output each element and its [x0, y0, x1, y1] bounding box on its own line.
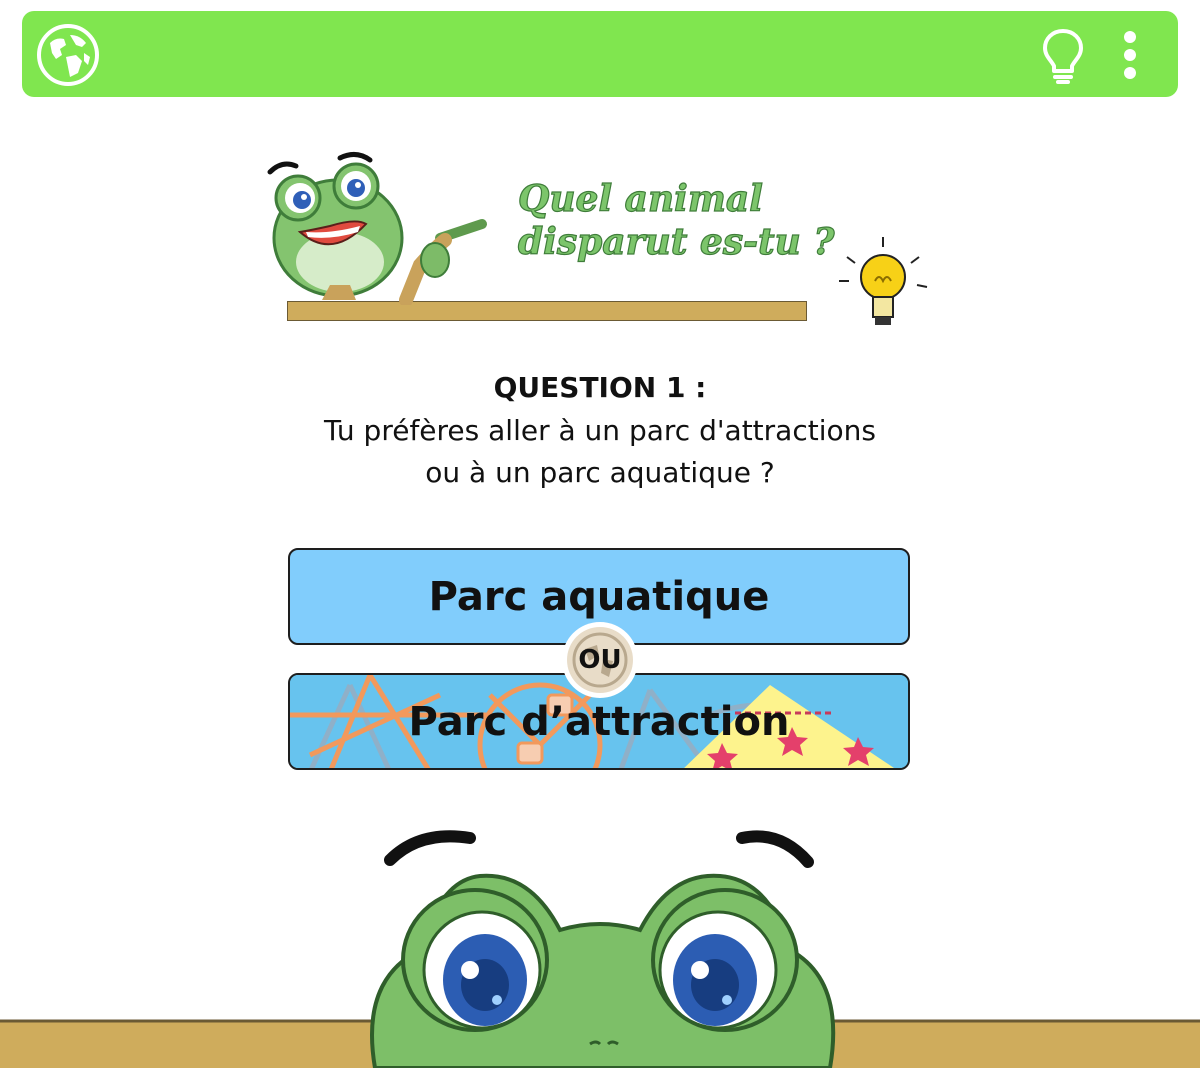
question-text-line-1: Tu préfères aller à un parc d'attraction…: [324, 414, 876, 447]
top-bar: [22, 11, 1178, 97]
lightbulb-illustration: [839, 237, 928, 325]
more-vertical-icon[interactable]: [1114, 29, 1146, 81]
or-separator-badge: OU: [562, 622, 638, 698]
question-text-line-2: ou à un parc aquatique ?: [425, 456, 775, 489]
quiz-banner: Quel animal disparut es-tu ?: [260, 140, 950, 340]
globe-icon[interactable]: [36, 23, 100, 87]
banner-title: Quel animal disparut es-tu ?: [517, 177, 848, 264]
banner-title-line-1: Quel animal: [517, 177, 763, 220]
question-title: QUESTION 1 :: [493, 371, 707, 404]
frog-peeking-illustration: [0, 830, 1200, 1068]
or-separator-inner: OU: [567, 627, 633, 693]
or-separator-label: OU: [578, 645, 622, 675]
banner-title-line-2: disparut es-tu ?: [517, 220, 835, 263]
question-block: QUESTION 1 : Tu préfères aller à un parc…: [200, 366, 1000, 494]
frog-mascot-illustration: [267, 152, 487, 305]
lightbulb-icon[interactable]: [1040, 27, 1086, 85]
choice-parc-attraction-label: Parc d’attraction: [408, 698, 790, 745]
choice-parc-aquatique-label: Parc aquatique: [428, 573, 770, 620]
